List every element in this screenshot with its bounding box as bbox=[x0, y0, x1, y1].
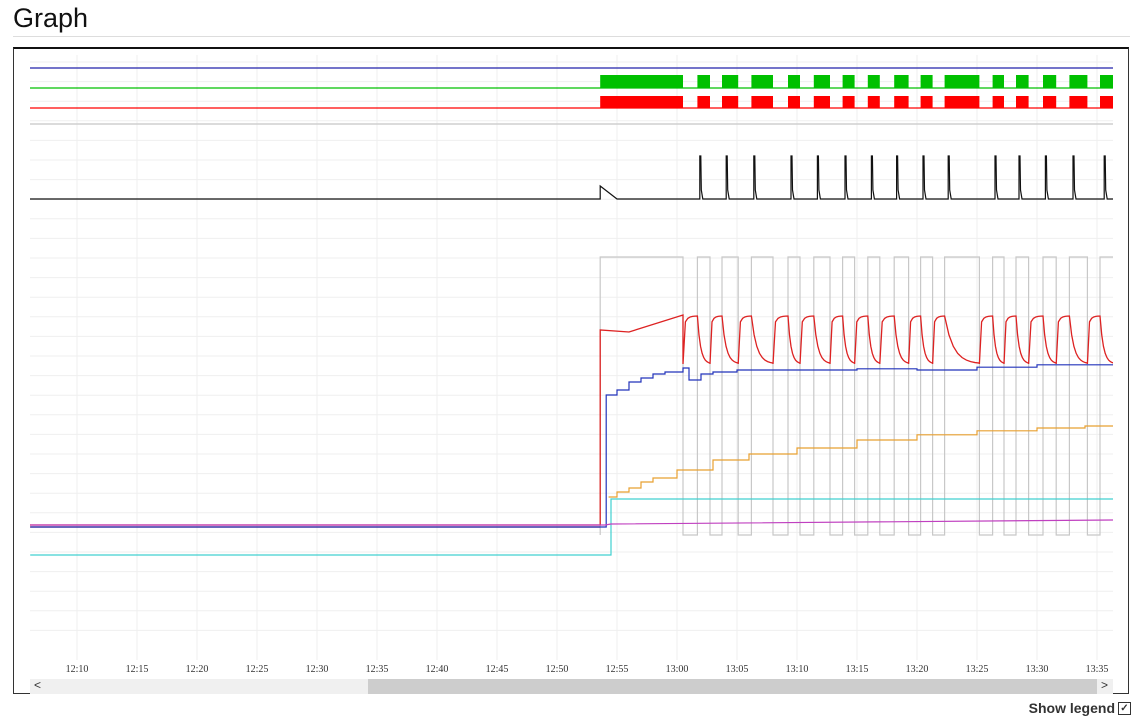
red-lane-pulse bbox=[788, 96, 800, 108]
green-lane-pulse bbox=[944, 75, 980, 88]
black-spike-series bbox=[30, 155, 1113, 200]
green-lane-pulse bbox=[992, 75, 1004, 88]
scroll-left-icon[interactable]: < bbox=[34, 678, 41, 692]
red-lane-pulse bbox=[1016, 96, 1029, 108]
red-lane-pulse bbox=[1100, 96, 1113, 108]
green-lane-pulse bbox=[1016, 75, 1029, 88]
green-lane-pulse bbox=[722, 75, 739, 88]
chart: 12:10 12:15 12:20 12:25 12:30 12:35 12:40 12:45… bbox=[30, 55, 1113, 675]
red-lane-pulse bbox=[842, 96, 855, 108]
red-lane-pulse bbox=[1069, 96, 1088, 108]
x-tick-label: 13:00 bbox=[666, 664, 689, 675]
green-lane-pulse bbox=[867, 75, 880, 88]
green-lane-pulse bbox=[751, 75, 773, 88]
red-lane-pulse bbox=[944, 96, 980, 108]
x-tick-label: 13:25 bbox=[966, 664, 989, 675]
green-lane-pulse bbox=[813, 75, 830, 88]
x-tick-label: 12:10 bbox=[66, 664, 89, 675]
red-lane-pulse bbox=[813, 96, 830, 108]
x-tick-label: 12:30 bbox=[306, 664, 329, 675]
green-lane-pulse bbox=[842, 75, 855, 88]
show-legend-label: Show legend bbox=[1028, 700, 1115, 716]
x-tick-label: 12:25 bbox=[246, 664, 269, 675]
x-tick-label: 12:55 bbox=[606, 664, 629, 675]
red-lane-pulse bbox=[920, 96, 933, 108]
green-lane-pulse bbox=[600, 75, 683, 88]
red-lane-pulse bbox=[1043, 96, 1057, 108]
x-tick-label: 12:35 bbox=[366, 664, 389, 675]
x-tick-label: 12:50 bbox=[546, 664, 569, 675]
horizontal-scrollbar[interactable]: < > bbox=[30, 678, 1113, 694]
green-lane-pulse bbox=[920, 75, 933, 88]
red-lane-pulse bbox=[867, 96, 880, 108]
x-tick-label: 13:15 bbox=[846, 664, 869, 675]
orange-line bbox=[608, 425, 1113, 498]
magenta-line bbox=[30, 519, 1113, 526]
x-tick-label: 13:05 bbox=[726, 664, 749, 675]
red-lane-pulse bbox=[600, 96, 683, 108]
green-lane-pulse bbox=[788, 75, 800, 88]
green-lane-pulse bbox=[894, 75, 909, 88]
green-lane-pulse bbox=[1043, 75, 1057, 88]
green-lane-pulse bbox=[1069, 75, 1088, 88]
x-tick-label: 12:45 bbox=[486, 664, 509, 675]
red-lane-pulse bbox=[751, 96, 773, 108]
x-tick-label: 12:20 bbox=[186, 664, 209, 675]
x-tick-label: 13:20 bbox=[906, 664, 929, 675]
show-legend-toggle[interactable]: Show legend ✓ bbox=[1029, 700, 1131, 716]
red-lane-pulse bbox=[722, 96, 739, 108]
green-lane-pulse bbox=[1100, 75, 1113, 88]
blue-line bbox=[30, 364, 1113, 528]
scroll-right-icon[interactable]: > bbox=[1101, 678, 1108, 692]
green-lane-pulse bbox=[697, 75, 710, 88]
red-lane-pulse bbox=[697, 96, 710, 108]
show-legend-checkbox[interactable]: ✓ bbox=[1118, 701, 1131, 715]
x-tick-label: 13:30 bbox=[1026, 664, 1049, 675]
x-tick-label: 13:35 bbox=[1086, 664, 1109, 675]
x-tick-label: 13:10 bbox=[786, 664, 809, 675]
scrollbar-thumb[interactable] bbox=[368, 679, 1097, 694]
x-tick-label: 12:40 bbox=[426, 664, 449, 675]
red-lane-pulse bbox=[992, 96, 1004, 108]
red-lane-pulse bbox=[894, 96, 909, 108]
x-tick-label: 12:15 bbox=[126, 664, 149, 675]
